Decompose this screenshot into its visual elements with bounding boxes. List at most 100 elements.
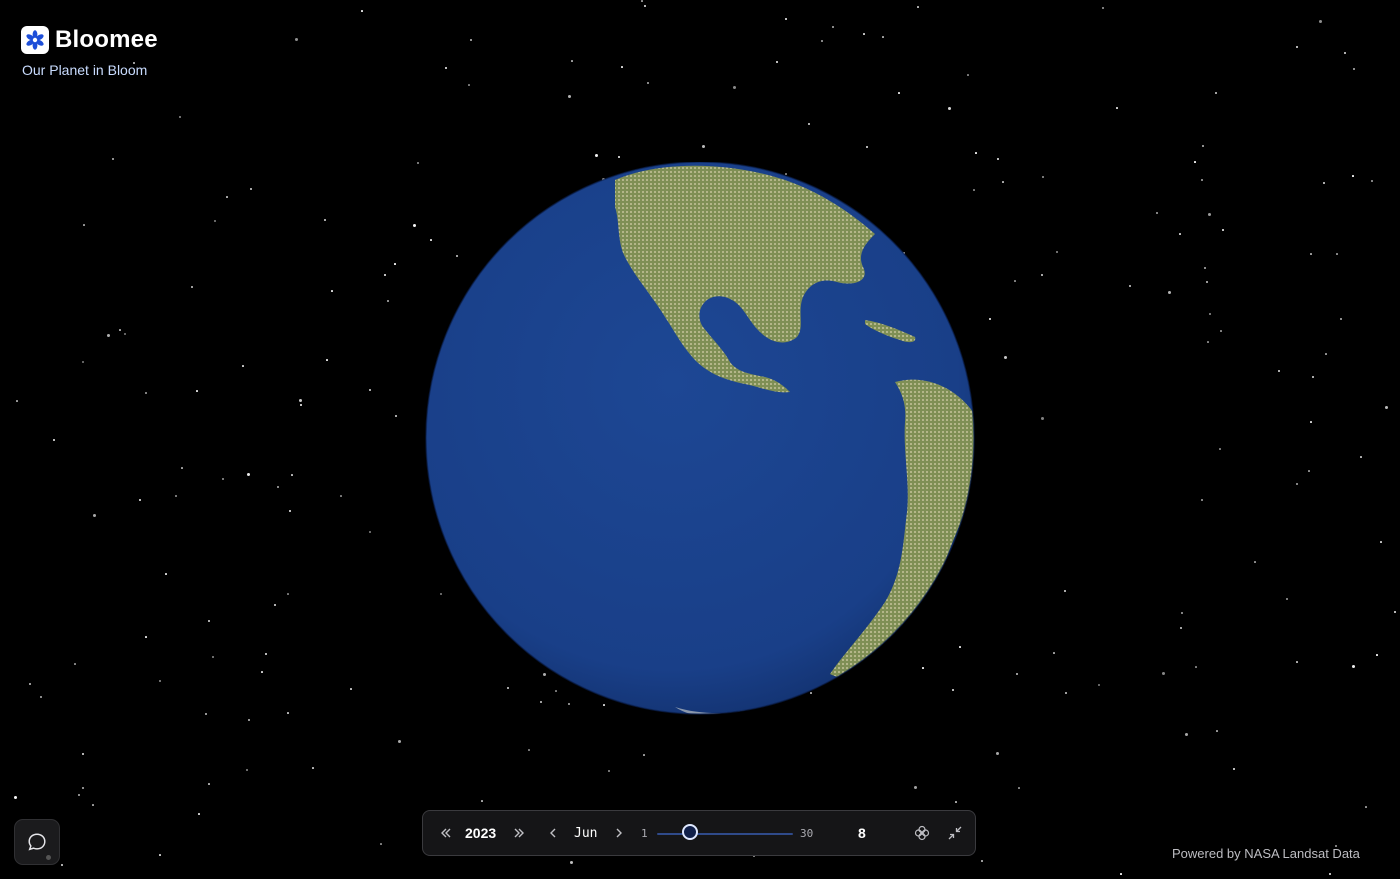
star xyxy=(300,404,302,406)
star xyxy=(92,804,94,806)
star xyxy=(1233,768,1235,770)
star xyxy=(53,439,55,441)
minimize-icon[interactable] xyxy=(945,823,965,843)
star xyxy=(1207,341,1209,343)
star xyxy=(1156,212,1158,214)
star xyxy=(291,474,293,476)
star xyxy=(1204,267,1206,269)
star xyxy=(1286,598,1288,600)
star xyxy=(145,636,147,638)
star xyxy=(226,196,228,198)
day-min-label: 1 xyxy=(641,827,648,840)
star xyxy=(863,33,865,35)
star xyxy=(571,60,573,62)
star xyxy=(1352,665,1355,668)
earth-globe[interactable] xyxy=(425,161,975,715)
star xyxy=(212,656,214,658)
day-slider-track[interactable] xyxy=(657,833,793,835)
star xyxy=(324,219,326,221)
star xyxy=(981,860,983,862)
star xyxy=(1219,448,1221,450)
double-chevron-left-icon[interactable] xyxy=(436,823,456,843)
star xyxy=(785,18,787,20)
star xyxy=(191,286,193,288)
star xyxy=(196,390,198,392)
star xyxy=(621,66,623,68)
star xyxy=(595,154,598,157)
chevron-left-icon[interactable] xyxy=(543,823,563,843)
star xyxy=(1310,421,1312,423)
chevron-right-icon[interactable] xyxy=(609,823,629,843)
day-max-label: 30 xyxy=(800,827,814,840)
star xyxy=(361,10,363,12)
star xyxy=(1120,873,1122,875)
star xyxy=(247,473,250,476)
star xyxy=(996,752,999,755)
star xyxy=(369,531,371,533)
star xyxy=(618,156,620,158)
star xyxy=(295,38,298,41)
selected-day-value: 8 xyxy=(858,825,866,841)
star xyxy=(208,783,210,785)
star xyxy=(29,683,31,685)
star xyxy=(82,787,84,789)
star xyxy=(350,688,352,690)
star xyxy=(1018,787,1020,789)
star xyxy=(997,158,999,160)
star xyxy=(1064,590,1066,592)
star xyxy=(1308,470,1310,472)
star xyxy=(808,123,810,125)
star xyxy=(1385,406,1388,409)
star xyxy=(250,188,252,190)
star xyxy=(242,365,244,367)
star xyxy=(198,813,200,815)
star xyxy=(1053,652,1055,654)
star xyxy=(159,680,161,682)
star xyxy=(139,499,141,501)
star xyxy=(214,220,216,222)
star xyxy=(1209,313,1211,315)
flower-icon[interactable] xyxy=(912,823,932,843)
star xyxy=(1016,673,1018,675)
star xyxy=(1380,541,1382,543)
star xyxy=(821,40,823,42)
star xyxy=(1065,692,1067,694)
star xyxy=(832,26,834,28)
star xyxy=(702,145,705,148)
star xyxy=(1202,145,1204,147)
star xyxy=(644,5,646,7)
star xyxy=(277,486,279,488)
star xyxy=(643,754,645,756)
star xyxy=(394,263,396,265)
double-chevron-right-icon[interactable] xyxy=(509,823,529,843)
star xyxy=(380,843,382,845)
timeline-controls: 2023 Jun 1 30 8 xyxy=(422,810,976,856)
day-slider-thumb[interactable] xyxy=(681,824,698,840)
star xyxy=(1325,353,1327,355)
star xyxy=(917,6,919,8)
star xyxy=(647,82,649,84)
star xyxy=(16,400,18,402)
star xyxy=(1312,376,1314,378)
star xyxy=(570,861,573,864)
star xyxy=(1208,213,1211,216)
star xyxy=(248,719,250,721)
star xyxy=(1201,179,1203,181)
star xyxy=(1098,684,1100,686)
star xyxy=(1014,280,1016,282)
star xyxy=(1278,370,1280,372)
star xyxy=(261,671,263,673)
star xyxy=(82,753,84,755)
month-label: Jun xyxy=(574,826,598,841)
star xyxy=(417,162,419,164)
chat-button[interactable] xyxy=(14,819,60,865)
star xyxy=(1004,356,1007,359)
star xyxy=(40,696,42,698)
star xyxy=(1254,561,1256,563)
star xyxy=(369,389,371,391)
star xyxy=(608,770,610,772)
data-credit: Powered by NASA Landsat Data xyxy=(1172,846,1360,861)
star xyxy=(205,713,207,715)
star xyxy=(326,359,328,361)
star xyxy=(1195,666,1197,668)
